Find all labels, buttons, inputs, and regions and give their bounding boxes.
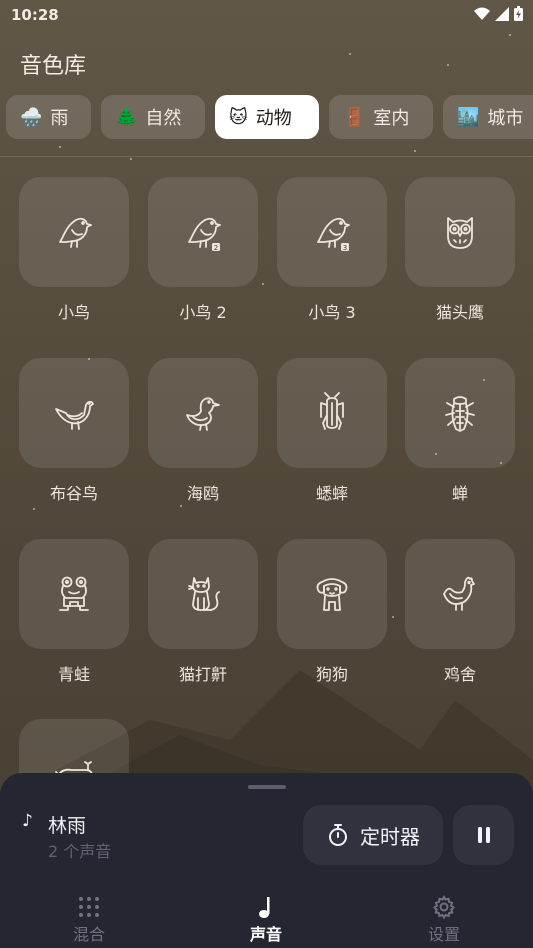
- frog-icon: [59, 576, 89, 611]
- cityscape-icon: 🏙️: [457, 106, 480, 128]
- sound-label: 鸡舍: [443, 665, 476, 684]
- sound-card-bird-2[interactable]: 2 小鸟 2: [148, 177, 258, 323]
- tabs-divider: [0, 156, 533, 157]
- tab-label: 自然: [145, 108, 182, 129]
- music-note-icon: ♪: [22, 811, 33, 831]
- sound-label: 蝉: [451, 484, 468, 503]
- wifi-icon: [474, 7, 490, 20]
- sound-card-owl[interactable]: 猫头鹰: [405, 177, 515, 323]
- bottom-navigation: 混合 声音 设置: [0, 893, 533, 948]
- sound-tile[interactable]: [19, 358, 129, 468]
- nav-label: 混合: [72, 925, 105, 944]
- dog-icon: [316, 578, 348, 611]
- bird-icon: [59, 217, 92, 248]
- sound-card-seagull[interactable]: 海鸥: [148, 358, 258, 504]
- signal-icon: [495, 6, 509, 21]
- status-icons: [474, 6, 523, 21]
- gear-icon: [432, 895, 456, 919]
- tab-nature[interactable]: 🌲 自然: [101, 95, 205, 139]
- cicada-icon: [445, 396, 475, 432]
- sound-card-cricket[interactable]: 蟋蟀: [277, 358, 387, 504]
- tab-label: 城市: [487, 108, 524, 129]
- sound-tile[interactable]: [148, 539, 258, 649]
- pause-button[interactable]: [453, 805, 514, 865]
- sheet-drag-handle[interactable]: [248, 785, 286, 789]
- sound-label: 狗狗: [315, 665, 348, 684]
- sound-card-bird-3[interactable]: 3 小鸟 3: [277, 177, 387, 323]
- nav-label: 声音: [249, 925, 282, 944]
- door-icon: 🚪: [343, 106, 366, 128]
- mix-name: 林雨: [48, 815, 87, 837]
- tab-label: 雨: [50, 108, 69, 129]
- tab-rain[interactable]: 🌧️ 雨: [6, 95, 91, 139]
- sound-card-chicken[interactable]: 鸡舍: [405, 539, 515, 685]
- nav-settings[interactable]: 设置: [389, 893, 499, 945]
- sound-label: 海鸥: [186, 484, 219, 503]
- sound-tile[interactable]: [405, 358, 515, 468]
- mix-detail: 2 个声音: [48, 842, 112, 861]
- sound-card-cat-purring[interactable]: 猫打鼾: [148, 539, 258, 685]
- sound-tile[interactable]: 2: [148, 177, 258, 287]
- sound-label: 猫头鹰: [435, 303, 484, 322]
- sound-label: 小鸟 3: [308, 303, 356, 322]
- music-note-icon: [259, 897, 270, 918]
- tab-label: 动物: [255, 108, 292, 129]
- sound-label: 小鸟: [57, 303, 90, 322]
- bird-2-icon: 2: [188, 217, 221, 252]
- tab-city[interactable]: 🏙️ 城市: [443, 95, 533, 139]
- svg-text:2: 2: [214, 244, 218, 252]
- timer-label: 定时器: [360, 824, 420, 849]
- sound-tile[interactable]: [405, 177, 515, 287]
- grid-dots-icon: [79, 897, 99, 917]
- owl-icon: [447, 217, 473, 249]
- sound-label: 猫打鼾: [178, 665, 227, 684]
- battery-icon: [514, 6, 523, 21]
- sound-tile[interactable]: [405, 539, 515, 649]
- sound-label: 蟋蟀: [315, 484, 348, 503]
- cat-face-icon: 🐱: [229, 106, 248, 128]
- tree-icon: 🌲: [115, 106, 138, 128]
- svg-text:3: 3: [343, 244, 347, 252]
- sound-card-bird[interactable]: 小鸟: [19, 177, 129, 323]
- player-sheet: ♪ 林雨 2 个声音 定时器 混合 声音 设置: [0, 773, 533, 948]
- tab-label: 室内: [373, 108, 410, 129]
- sound-card-cicada[interactable]: 蝉: [405, 358, 515, 504]
- status-bar: 10:28: [0, 0, 533, 30]
- sound-label: 布谷鸟: [49, 484, 98, 503]
- sound-tile[interactable]: [19, 539, 129, 649]
- status-time: 10:28: [11, 6, 59, 24]
- sound-label: 青蛙: [57, 665, 90, 684]
- nav-label: 设置: [427, 925, 460, 944]
- chicken-icon: [443, 576, 475, 611]
- sound-tile[interactable]: [277, 358, 387, 468]
- seagull-icon: [186, 397, 220, 431]
- sound-tile[interactable]: 3: [277, 177, 387, 287]
- stopwatch-icon: [329, 824, 347, 846]
- page-title: 音色库: [20, 54, 87, 79]
- sound-label: 小鸟 2: [179, 303, 227, 322]
- nav-mix[interactable]: 混合: [34, 893, 144, 945]
- tab-animals[interactable]: 🐱 动物: [215, 95, 319, 139]
- pause-icon: [477, 827, 490, 843]
- cat-purring-icon: [188, 577, 220, 611]
- sound-tile[interactable]: [19, 177, 129, 287]
- cuckoo-icon: [55, 400, 94, 430]
- sound-tile[interactable]: [148, 358, 258, 468]
- category-tabs: 🌧️ 雨 🌲 自然 🐱 动物 🚪 室内 🏙️ 城市: [6, 95, 533, 139]
- timer-button[interactable]: 定时器: [303, 805, 443, 865]
- sound-card-cuckoo[interactable]: 布谷鸟: [19, 358, 129, 504]
- sound-card-dog[interactable]: 狗狗: [277, 539, 387, 685]
- cricket-icon: [320, 392, 344, 430]
- rain-cloud-icon: 🌧️: [20, 106, 43, 128]
- nav-sounds[interactable]: 声音: [211, 893, 321, 945]
- bird-3-icon: 3: [317, 217, 350, 252]
- sound-tile[interactable]: [277, 539, 387, 649]
- sound-card-frog[interactable]: 青蛙: [19, 539, 129, 685]
- tab-indoor[interactable]: 🚪 室内: [329, 95, 433, 139]
